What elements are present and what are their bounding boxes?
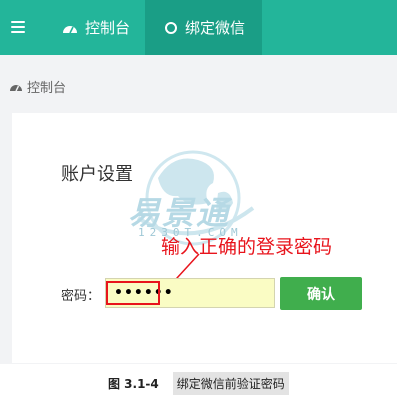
breadcrumb: 控制台 — [9, 77, 66, 96]
dashboard-gauge-icon — [63, 25, 77, 33]
figure-caption-text: 绑定微信前验证密码 — [172, 372, 289, 395]
nav-bind-wechat[interactable]: 绑定微信 — [145, 0, 262, 55]
dashboard-gauge-icon — [10, 85, 22, 92]
confirm-button[interactable]: 确认 — [280, 277, 362, 310]
hamburger-menu-icon[interactable] — [0, 0, 36, 55]
figure-caption: 图 3.1-4 绑定微信前验证密码 — [108, 372, 289, 395]
nav-bind-wechat-label: 绑定微信 — [185, 19, 246, 37]
top-navigation-bar: 控制台 绑定微信 — [0, 0, 397, 55]
figure-number: 图 3.1-4 — [108, 377, 159, 391]
annotation-text: 输入正确的登录密码 — [161, 236, 333, 258]
nav-dashboard[interactable]: 控制台 — [50, 0, 145, 55]
nav-dashboard-label: 控制台 — [85, 19, 131, 37]
password-label: 密码： — [61, 289, 101, 304]
breadcrumb-label: 控制台 — [27, 81, 67, 96]
password-input[interactable] — [105, 278, 275, 308]
ring-icon — [165, 21, 177, 34]
